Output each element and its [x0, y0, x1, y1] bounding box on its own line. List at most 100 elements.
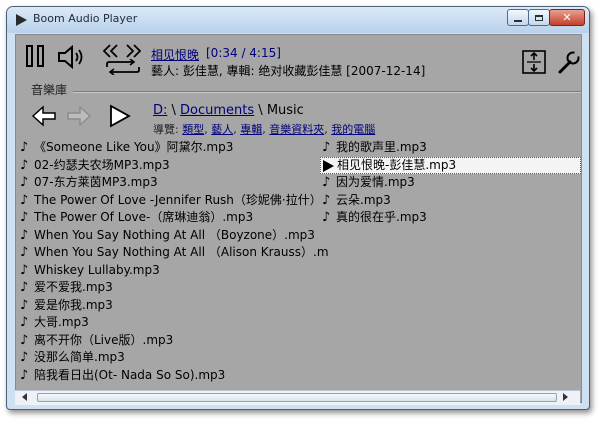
list-item[interactable]: ♪ 因为爱情.mp3	[320, 174, 581, 192]
nav-label: 導覽:	[153, 123, 179, 136]
music-note-icon: ♪	[20, 140, 29, 155]
close-button[interactable]: ✕	[549, 9, 585, 26]
list-item[interactable]: ♪ When You Say Nothing At All （Alison Kra…	[18, 244, 329, 262]
list-item[interactable]: ♪ The Power Of Love-（席琳迪翁）.mp3	[18, 209, 313, 227]
track-meta: 藝人: 彭佳慧, 專輯: 绝对收藏彭佳慧 [2007-12-14]	[151, 64, 426, 78]
track-time: [0:34 / 4:15]	[206, 46, 281, 60]
repeat-button[interactable]	[103, 58, 143, 79]
music-note-icon: ♪	[20, 297, 29, 313]
music-note-icon: ♪	[20, 367, 29, 383]
title-bar[interactable]: Boom Audio Player ✕	[7, 7, 589, 33]
file-name: 云朵.mp3	[336, 192, 391, 207]
now-playing-title[interactable]: 相见恨晚	[151, 46, 199, 63]
library-nav: 導覽: 類型, 藝人, 專輯, 音樂資料夾, 我的電腦	[153, 123, 376, 136]
wrench-icon	[558, 50, 581, 74]
player-panel: 相见恨晚 [0:34 / 4:15] 藝人: 彭佳慧, 專輯: 绝对收藏彭佳慧 …	[15, 34, 582, 403]
maximize-button[interactable]	[528, 9, 550, 26]
nav-link-my-computer[interactable]: 我的電腦	[331, 123, 375, 136]
file-list-left: ♪ 《Someone Like You》阿黛尔.mp3 ♪ 02-约瑟夫农场MP3.m…	[18, 139, 329, 385]
file-name: The Power Of Love-（席琳迪翁）.mp3	[34, 210, 254, 224]
music-note-icon: ♪	[20, 227, 29, 243]
list-item[interactable]: ♪ Whiskey Lullaby.mp3	[18, 262, 313, 280]
play-icon	[110, 104, 131, 128]
music-note-icon: ♪	[20, 210, 29, 225]
pause-icon	[26, 45, 33, 67]
list-item[interactable]: ♪ 离不开你（Live版）.mp3	[18, 332, 313, 350]
music-note-icon: ♪	[20, 192, 29, 208]
repeat-icon	[106, 58, 140, 76]
file-name: 真的很在乎.mp3	[336, 210, 427, 224]
music-note-icon: ♪	[322, 210, 331, 225]
resize-icon	[522, 50, 546, 74]
maximize-icon	[535, 14, 543, 21]
list-item[interactable]: ♪ 没那么简单.mp3	[18, 349, 313, 367]
file-name: 02-约瑟夫农场MP3.mp3	[34, 157, 170, 172]
file-list-right: ♪ 我的歌声里.mp3 相见恨晚-彭佳慧.mp3 ♪ 因为爱情.mp3 ♪ 云朵.mp3 ♪ 真…	[320, 139, 581, 227]
scroll-right-icon[interactable]	[563, 393, 568, 401]
music-note-icon: ♪	[20, 175, 29, 190]
back-button[interactable]	[31, 105, 57, 131]
breadcrumb: D: \ Documents \ Music	[153, 103, 304, 118]
pause-button[interactable]	[26, 45, 48, 67]
list-item[interactable]: ♪ The Power Of Love -Jennifer Rush（珍妮佛·拉什…	[18, 192, 322, 210]
file-name: When You Say Nothing At All （Alison Krau…	[34, 245, 329, 259]
list-item[interactable]: ♪ When You Say Nothing At All （Boyzone）.m…	[18, 227, 315, 245]
list-item[interactable]: ♪ 真的很在乎.mp3	[320, 209, 581, 227]
breadcrumb-separator: \	[167, 103, 181, 118]
file-name: 陪我看日出(Ot- Nada So So).mp3	[34, 367, 226, 382]
settings-button[interactable]	[557, 49, 581, 79]
playing-icon	[323, 159, 334, 172]
file-name: 没那么简单.mp3	[34, 350, 125, 364]
list-item[interactable]: ♪ 爱是你我.mp3	[18, 297, 313, 315]
music-note-icon: ♪	[20, 332, 29, 348]
list-item[interactable]: ♪ 云朵.mp3	[320, 192, 581, 210]
nav-link-album[interactable]: 專輯	[240, 123, 262, 136]
music-note-icon: ♪	[20, 262, 29, 278]
music-note-icon: ♪	[322, 175, 331, 190]
list-item-selected[interactable]: 相见恨晚-彭佳慧.mp3	[320, 156, 581, 174]
file-name: 因为爱情.mp3	[336, 175, 415, 189]
divider	[73, 91, 581, 93]
list-item[interactable]: ♪ 《Someone Like You》阿黛尔.mp3	[18, 139, 313, 157]
minimize-button[interactable]	[507, 9, 529, 26]
double-chevron-right-icon	[126, 44, 142, 58]
music-note-icon: ♪	[20, 245, 29, 260]
file-name: 07-东方莱茵MP3.mp3	[34, 175, 158, 189]
list-item[interactable]: ♪ 我的歌声里.mp3	[320, 139, 581, 157]
breadcrumb-documents[interactable]: Documents	[180, 103, 254, 118]
speaker-icon	[58, 44, 83, 70]
music-note-icon: ♪	[20, 157, 29, 173]
fullscreen-button[interactable]	[522, 50, 546, 78]
forward-button[interactable]	[66, 105, 92, 131]
scrollbar-thumb[interactable]	[37, 393, 557, 402]
breadcrumb-drive[interactable]: D:	[153, 103, 167, 118]
file-name: The Power Of Love -Jennifer Rush（珍妮佛·拉什）	[34, 192, 322, 207]
breadcrumb-separator: \	[254, 103, 267, 118]
file-name: 我的歌声里.mp3	[336, 140, 427, 154]
window-title: Boom Audio Player	[33, 12, 138, 25]
library-label: 音樂庫	[31, 83, 68, 97]
breadcrumb-current: Music	[266, 103, 304, 118]
nav-link-genre[interactable]: 類型	[182, 123, 204, 136]
list-item[interactable]: ♪ 陪我看日出(Ot- Nada So So).mp3	[18, 367, 313, 385]
play-folder-button[interactable]	[108, 104, 132, 132]
file-name: 离不开你（Live版）.mp3	[34, 332, 174, 347]
file-name: 爱不爱我.mp3	[34, 280, 113, 294]
music-note-icon: ♪	[322, 192, 331, 208]
music-note-icon: ♪	[20, 280, 29, 295]
file-name: 爱是你我.mp3	[34, 297, 113, 312]
list-item[interactable]: ♪ 02-约瑟夫农场MP3.mp3	[18, 157, 313, 175]
file-name: Whiskey Lullaby.mp3	[34, 262, 160, 277]
nav-link-music-folder[interactable]: 音樂資料夾	[269, 123, 324, 136]
list-item[interactable]: ♪ 爱不爱我.mp3	[18, 279, 313, 297]
list-item[interactable]: ♪ 07-东方莱茵MP3.mp3	[18, 174, 313, 192]
music-note-icon: ♪	[20, 315, 29, 330]
scroll-left-icon[interactable]	[22, 393, 27, 401]
nav-link-artist[interactable]: 藝人	[211, 123, 233, 136]
arrow-left-icon	[31, 105, 56, 127]
list-item[interactable]: ♪ 大哥.mp3	[18, 314, 313, 332]
app-window: Boom Audio Player ✕ 相见恨晚 [0:34 / 4:15] 藝…	[6, 6, 590, 410]
horizontal-scrollbar[interactable]	[15, 390, 580, 405]
music-note-icon: ♪	[20, 350, 29, 365]
volume-button[interactable]	[57, 44, 87, 73]
